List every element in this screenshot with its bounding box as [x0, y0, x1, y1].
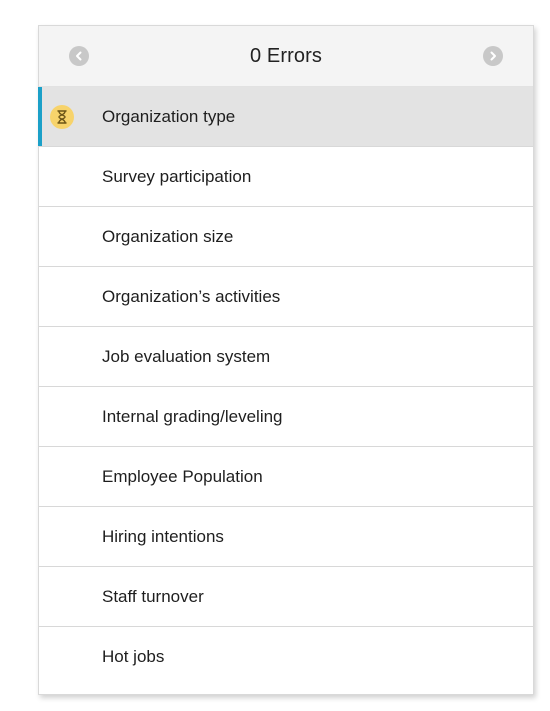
- previous-button[interactable]: [69, 46, 89, 66]
- section-list: Organization type Survey participation O…: [38, 87, 533, 687]
- chevron-right-icon: [490, 51, 496, 61]
- section-item-label: Job evaluation system: [102, 346, 271, 366]
- hourglass-icon: [50, 104, 74, 129]
- section-item-label: Staff turnover: [102, 586, 204, 606]
- section-item-survey-participation[interactable]: Survey participation: [39, 147, 533, 207]
- section-item-organization-activities[interactable]: Organization’s activities: [39, 267, 533, 327]
- section-item-job-evaluation-system[interactable]: Job evaluation system: [39, 327, 533, 387]
- section-item-organization-type[interactable]: Organization type: [38, 87, 533, 147]
- section-item-label: Organization’s activities: [102, 286, 281, 306]
- section-item-staff-turnover[interactable]: Staff turnover: [39, 567, 533, 627]
- error-count-title: 0 Errors: [250, 44, 322, 67]
- section-item-hiring-intentions[interactable]: Hiring intentions: [39, 507, 533, 567]
- section-item-organization-size[interactable]: Organization size: [39, 207, 533, 267]
- section-item-label: Employee Population: [102, 466, 263, 486]
- section-item-hot-jobs[interactable]: Hot jobs: [39, 627, 533, 687]
- section-item-employee-population[interactable]: Employee Population: [39, 447, 533, 507]
- section-item-label: Organization type: [102, 106, 236, 126]
- section-item-label: Survey participation: [102, 166, 252, 186]
- section-item-label: Internal grading/leveling: [102, 406, 283, 426]
- next-button[interactable]: [483, 46, 503, 66]
- section-item-internal-grading-leveling[interactable]: Internal grading/leveling: [39, 387, 533, 447]
- section-item-label: Organization size: [102, 226, 234, 246]
- section-item-label: Hiring intentions: [102, 526, 224, 546]
- chevron-left-icon: [76, 51, 82, 61]
- section-navigator-panel: 0 Errors Organization type Survey partic…: [38, 25, 534, 695]
- section-item-label: Hot jobs: [102, 647, 165, 666]
- panel-header: 0 Errors: [39, 26, 533, 87]
